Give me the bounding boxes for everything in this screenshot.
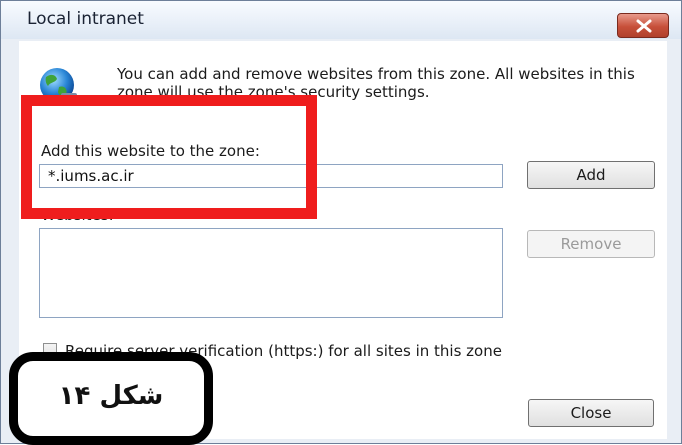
remove-button[interactable]: Remove <box>527 230 655 258</box>
highlight-annotation-box <box>21 95 317 219</box>
close-button[interactable]: Close <box>528 399 654 427</box>
websites-list[interactable] <box>39 228 503 318</box>
close-x-icon[interactable] <box>617 13 669 38</box>
zone-sites-dialog: Local intranet You can add and remove we… <box>0 0 682 445</box>
title-bar[interactable]: Local intranet <box>1 1 681 39</box>
window-title: Local intranet <box>27 9 144 29</box>
figure-caption-box: شکل ۱۴ <box>9 352 213 445</box>
figure-caption-label: شکل ۱۴ <box>58 381 164 411</box>
add-button[interactable]: Add <box>527 161 655 189</box>
